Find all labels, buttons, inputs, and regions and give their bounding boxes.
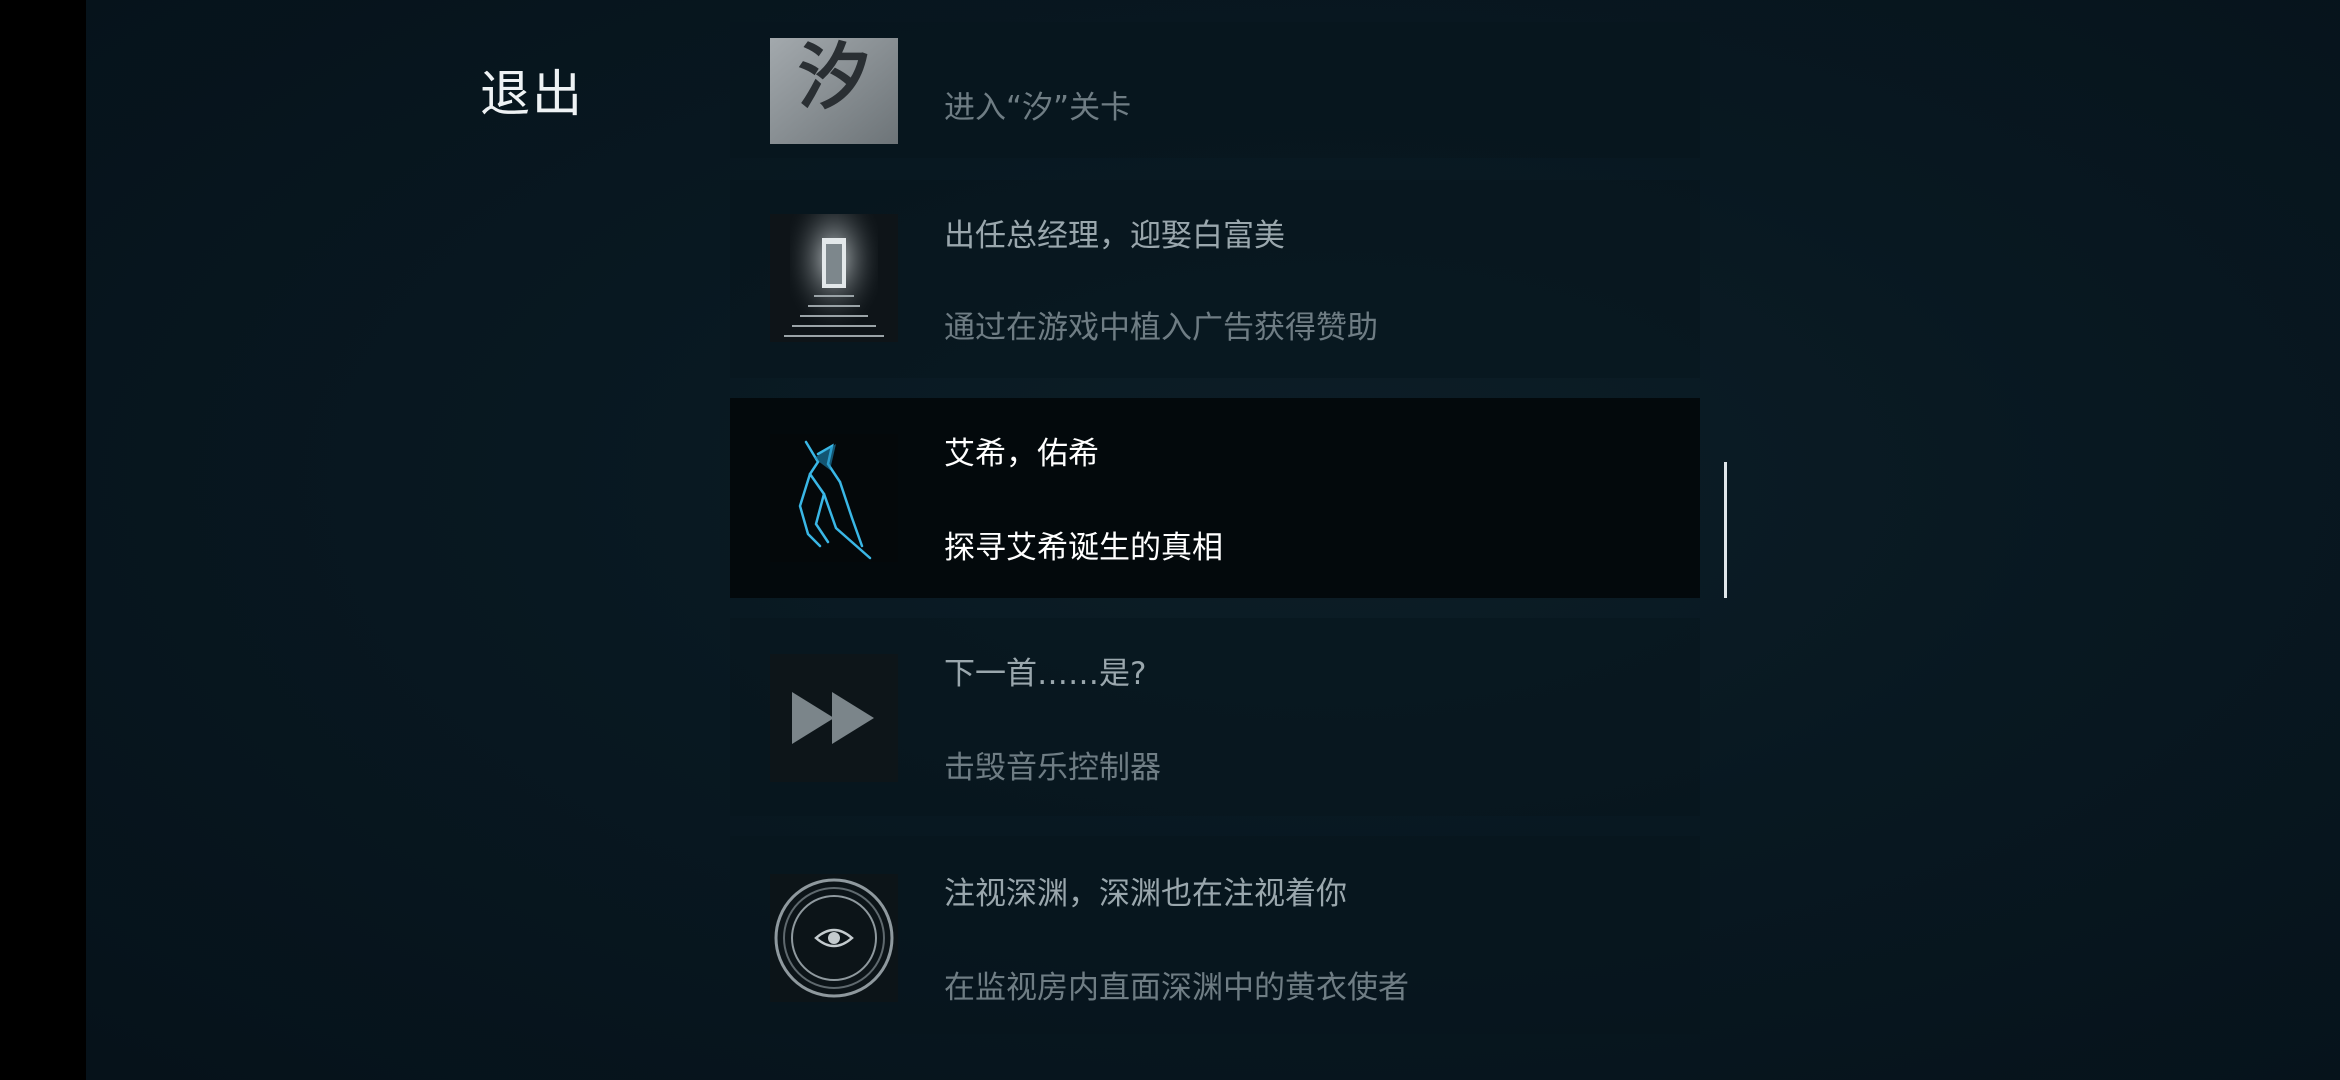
achievement-card-ashe[interactable]: 艾希，佑希 探寻艾希诞生的真相	[730, 398, 1700, 598]
achievement-description: 击毁音乐控制器	[944, 750, 1161, 786]
achievement-title: 艾希，佑希	[944, 436, 1099, 472]
fast-forward-icon	[770, 654, 898, 782]
achievement-title: 出任总经理，迎娶白富美	[944, 218, 1285, 254]
xi-glyph: 汐	[798, 38, 870, 119]
achievement-card-abyss[interactable]: 注视深渊，深渊也在注视着你 在监视房内直面深渊中的黄衣使者	[730, 836, 1700, 1034]
achievement-list[interactable]: 汐 进入“汐”关卡 出任总经理，迎娶白富美 通过在游戏中植入广告获得赞助 艾希，…	[730, 0, 1700, 1080]
achievement-description: 探寻艾希诞生的真相	[944, 530, 1223, 566]
xi-character-icon: 汐	[770, 38, 898, 144]
achievement-description: 通过在游戏中植入广告获得赞助	[944, 310, 1378, 346]
achievement-description: 在监视房内直面深渊中的黄衣使者	[944, 970, 1409, 1006]
eye-circle-icon	[770, 874, 898, 1002]
exit-button[interactable]: 退出	[480, 54, 584, 126]
scroll-indicator[interactable]	[1724, 462, 1727, 598]
achievement-description: 进入“汐”关卡	[944, 90, 1132, 126]
achievement-card-manager[interactable]: 出任总经理，迎娶白富美 通过在游戏中植入广告获得赞助	[730, 180, 1700, 378]
achievement-card-xi[interactable]: 汐 进入“汐”关卡	[730, 22, 1700, 158]
game-screen: 退出 汐 进入“汐”关卡 出任总经理，迎娶白富美 通过在游戏中植入广告获得赞助 …	[0, 0, 2340, 1080]
blue-sword-figure-icon	[770, 434, 898, 562]
corridor-stairs-icon	[770, 214, 898, 342]
achievement-title: 注视深渊，深渊也在注视着你	[944, 876, 1347, 912]
achievements-panel: 退出 汐 进入“汐”关卡 出任总经理，迎娶白富美 通过在游戏中植入广告获得赞助 …	[86, 0, 2340, 1080]
achievement-card-music[interactable]: 下一首……是? 击毁音乐控制器	[730, 618, 1700, 816]
achievement-title: 下一首……是?	[944, 656, 1147, 692]
